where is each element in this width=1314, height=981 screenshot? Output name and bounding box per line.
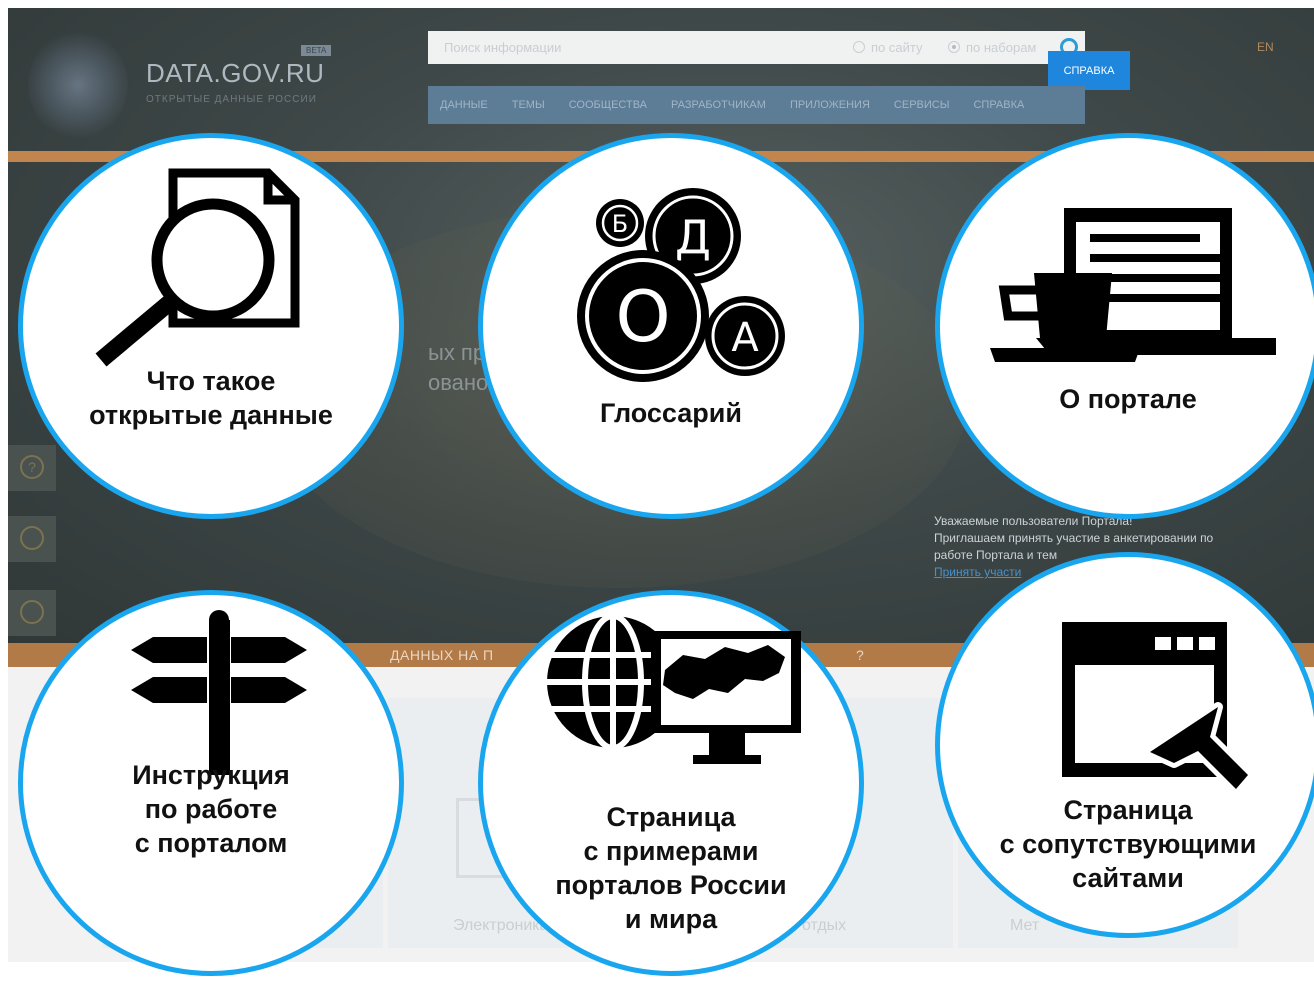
logo-text[interactable]: DATA.GOV.RU — [146, 58, 324, 89]
nav-item-apps[interactable]: ПРИЛОЖЕНИЯ — [778, 86, 882, 124]
letter-a: А — [731, 315, 759, 361]
language-switch[interactable]: EN — [1257, 40, 1274, 54]
lightbulb-icon — [20, 526, 44, 550]
notice-line-2: Приглашаем принять участие в анкетирован… — [934, 531, 1214, 545]
help-button[interactable]: СПРАВКА — [1048, 51, 1130, 90]
radio-sets[interactable] — [948, 41, 960, 53]
circle-what-is-open-data[interactable]: Что такое открытые данные — [18, 133, 404, 519]
circle-label: Страница с сопутствующими сайтами — [999, 795, 1257, 893]
search-option-site[interactable]: по сайту — [871, 40, 922, 55]
logo-subtitle: ОТКРЫТЫЕ ДАННЫЕ РОССИИ — [146, 94, 317, 105]
circle-label: Что такое открытые данные — [89, 366, 333, 430]
search-input[interactable]: Поиск информации — [444, 40, 561, 55]
search-option-sets[interactable]: по наборам — [966, 40, 1036, 55]
circle-label: О портале — [1059, 384, 1197, 414]
circle-instruction[interactable]: Инструкция по работе с порталом — [18, 590, 404, 976]
circle-portal-examples[interactable]: Страница с примерами порталов России и м… — [478, 590, 864, 976]
nav-item-help[interactable]: СПРАВКА — [961, 86, 1036, 124]
nav-item-topics[interactable]: ТЕМЫ — [500, 86, 557, 124]
letter-o: О — [615, 276, 670, 358]
logo-icon[interactable] — [28, 30, 128, 140]
beta-badge: BETA — [301, 45, 332, 56]
circle-related-sites[interactable]: Страница с сопутствующими сайтами — [935, 552, 1314, 938]
nav-item-developers[interactable]: РАЗРАБОТЧИКАМ — [659, 86, 778, 124]
circle-label: Инструкция по работе с порталом — [132, 760, 290, 858]
nav-item-communities[interactable]: СООБЩЕСТВА — [557, 86, 659, 124]
radio-site[interactable] — [853, 41, 865, 53]
letter-b: Б — [612, 210, 628, 238]
document-magnifier-icon — [95, 168, 300, 367]
circle-glossary[interactable]: Б Д О А Глоссарий — [478, 133, 864, 519]
nav-item-data[interactable]: ДАННЫЕ — [428, 86, 500, 124]
circle-label: Глоссарий — [600, 398, 742, 428]
main-nav: ДАННЫЕ ТЕМЫ СООБЩЕСТВА РАЗРАБОТЧИКАМ ПРИ… — [428, 86, 1085, 124]
letter-d: Д — [675, 210, 711, 264]
circle-label: Страница с примерами порталов России и м… — [555, 802, 787, 934]
nav-item-services[interactable]: СЕРВИСЫ — [882, 86, 962, 124]
circle-about-portal[interactable]: О портале — [935, 133, 1314, 519]
search-bar[interactable]: Поиск информации по сайту по наборам — [428, 31, 1085, 64]
letter-bubbles-icon: Б Д О А — [577, 188, 785, 382]
laptop-coffee-icon — [990, 208, 1276, 362]
